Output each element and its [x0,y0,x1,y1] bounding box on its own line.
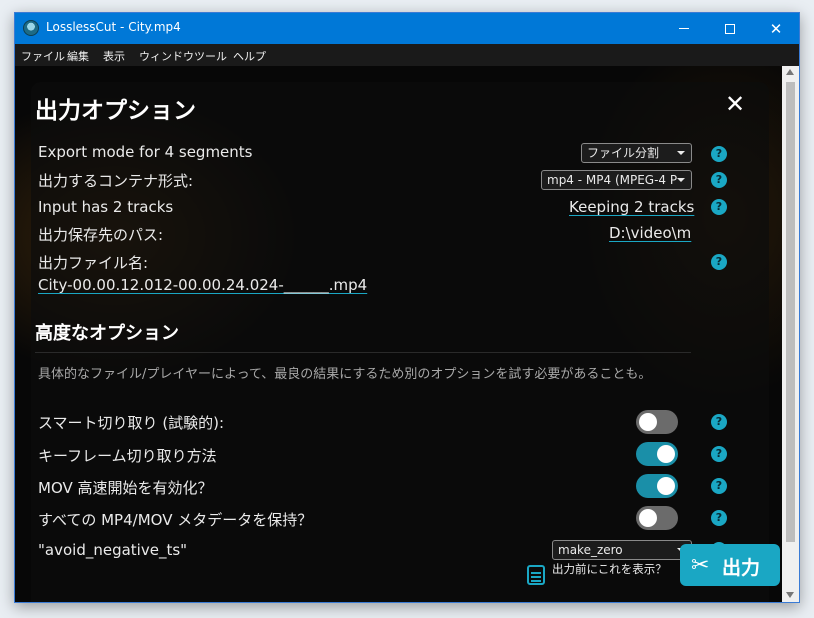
container-format-select[interactable]: mp4 - MP4 (MPEG-4 P [541,170,692,190]
section-divider [35,352,691,353]
keyframe-cut-help-icon[interactable]: ? [711,446,727,462]
keyframe-cut-toggle[interactable] [636,442,678,466]
mov-faststart-toggle[interactable] [636,474,678,498]
toggle-knob [657,445,675,463]
preserve-metadata-help-icon[interactable]: ? [711,510,727,526]
title-bar[interactable]: LosslessCut - City.mp4 ✕ [15,13,799,44]
advanced-options-description: 具体的なファイル/プレイヤーによって、最良の結果にするため別のオプションを試す必… [38,367,652,382]
keyframe-cut-label: キーフレーム切り取り方法 [38,447,217,465]
container-format-label: 出力するコンテナ形式: [38,172,194,190]
output-path-label: 出力保存先のパス: [38,226,164,244]
maximize-icon [725,23,735,34]
export-mode-select[interactable]: ファイル分割 [581,143,692,163]
menu-tools[interactable]: ツール [194,48,227,64]
menu-file[interactable]: ファイル [21,48,65,64]
vertical-scrollbar[interactable] [782,66,799,602]
scrollbar-thumb[interactable] [786,82,795,542]
smart-cut-help-icon[interactable]: ? [711,414,727,430]
close-icon: ✕ [724,90,746,118]
toggle-knob [657,477,675,495]
output-filename-link[interactable]: City-00.00.12.012-00.00.24.024-______.mp… [38,276,367,294]
checklist-icon[interactable] [527,565,545,585]
output-filename-help-icon[interactable]: ? [711,254,727,270]
window-title: LosslessCut - City.mp4 [46,20,181,34]
output-path-link[interactable]: D:\video\m [609,224,691,242]
advanced-options-title: 高度なオプション [35,323,179,344]
menu-help[interactable]: ヘルプ [233,48,266,64]
mov-faststart-help-icon[interactable]: ? [711,478,727,494]
container-format-help-icon[interactable]: ? [711,172,727,188]
maximize-button[interactable] [707,13,753,44]
export-mode-help-icon[interactable]: ? [711,146,727,162]
tracks-label: Input has 2 tracks [38,198,174,216]
export-button-label: 出力 [722,557,761,579]
chevron-down-icon [677,178,685,182]
output-filename-label: 出力ファイル名: [38,254,149,272]
minimize-icon [679,28,689,29]
menu-bar: ファイル 編集 表示 ウィンドウ ツール ヘルプ [15,44,799,66]
avoid-negative-ts-label: "avoid_negative_ts" [38,541,188,559]
toggle-knob [639,413,657,431]
chevron-down-icon [677,151,685,155]
toggle-knob [639,509,657,527]
window-close-button[interactable]: ✕ [753,13,799,44]
mov-faststart-label: MOV 高速開始を有効化？ [38,479,213,497]
scroll-down-arrow-icon[interactable] [786,592,794,598]
export-mode-label: Export mode for 4 segments [38,143,253,161]
avoid-negative-ts-select[interactable]: make_zero [552,540,692,560]
avoid-negative-ts-value: make_zero [558,543,623,557]
keeping-tracks-link[interactable]: Keeping 2 tracks [569,198,694,216]
close-icon: ✕ [769,19,783,38]
smart-cut-toggle[interactable] [636,410,678,434]
app-logo-icon [23,20,39,36]
scissors-icon: ✂ [691,553,710,578]
tracks-help-icon[interactable]: ? [711,199,727,215]
menu-view[interactable]: 表示 [103,48,125,64]
menu-window[interactable]: ウィンドウ [139,48,194,64]
dialog-title: 出力オプション [35,98,196,124]
dialog-close-button[interactable]: ✕ [722,92,748,118]
export-button[interactable]: ✂ 出力 [680,544,780,586]
minimize-button[interactable] [661,13,707,44]
show-before-export-label[interactable]: 出力前にこれを表示？ [552,563,682,576]
container-format-value: mp4 - MP4 (MPEG-4 P [547,173,678,187]
smart-cut-label: スマート切り取り (試験的): [38,414,225,432]
preserve-metadata-toggle[interactable] [636,506,678,530]
menu-edit[interactable]: 編集 [67,48,89,64]
scroll-up-arrow-icon[interactable] [786,69,794,75]
preserve-metadata-label: すべての MP4/MOV メタデータを保持？ [38,511,313,529]
export-mode-value: ファイル分割 [587,146,660,160]
